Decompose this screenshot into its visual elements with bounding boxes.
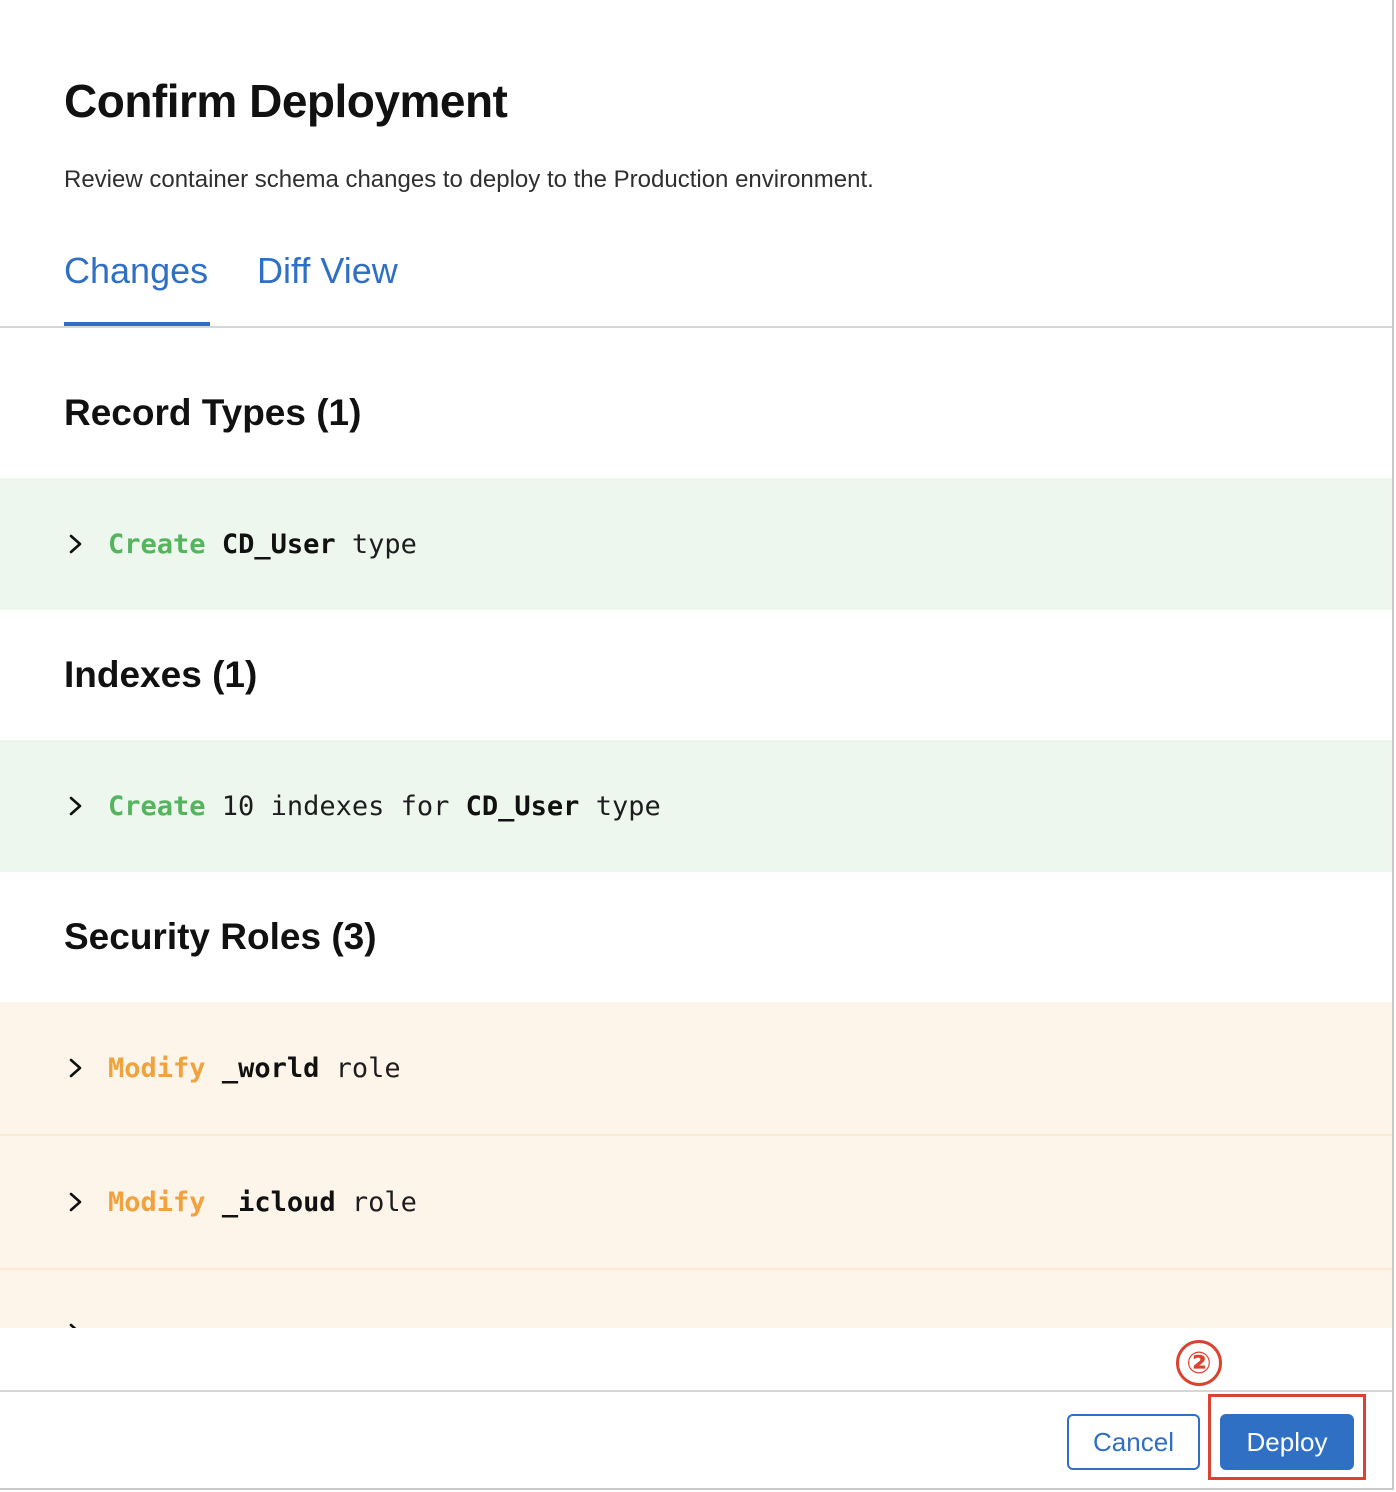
verb-modify: Modify [108, 1052, 206, 1084]
row-suffix: role [335, 1186, 417, 1218]
section-heading-record-types: Record Types (1) [64, 392, 362, 433]
row-suffix: type [579, 790, 661, 822]
tab-bar: Changes Diff View [0, 236, 1392, 328]
record-type-name: CD_User [221, 528, 336, 560]
row-suffix: role [319, 1052, 401, 1084]
section-heading-security-roles: Security Roles (3) [64, 916, 377, 957]
change-row-text: Create 10 indexes for CD_User type [108, 791, 661, 822]
verb-modify: Modify [108, 1186, 206, 1218]
chevron-right-icon [69, 1058, 82, 1078]
dialog-title: Confirm Deployment [64, 75, 508, 127]
deploy-button[interactable]: Deploy [1220, 1414, 1354, 1470]
row-middle: 10 indexes for [205, 790, 466, 822]
chevron-right-icon [69, 1192, 82, 1212]
chevron-right-icon [69, 796, 82, 816]
record-type-name: CD_User [465, 790, 580, 822]
section-heading-indexes: Indexes (1) [64, 654, 258, 695]
change-row-modify-icloud-role[interactable]: Modify _icloud role [0, 1136, 1392, 1270]
change-row-text: Modify _icloud role [108, 1187, 417, 1218]
change-row-modify-world-role[interactable]: Modify _world role [0, 1002, 1392, 1136]
change-row-text: Modify _world role [108, 1053, 401, 1084]
change-row-create-indexes[interactable]: Create 10 indexes for CD_User type [0, 740, 1392, 872]
step-2-badge: ② [1176, 1340, 1222, 1386]
change-row-text: Create CD_User type [108, 529, 417, 560]
active-tab-indicator [64, 322, 210, 326]
tab-diff-view[interactable]: Diff View [257, 250, 398, 292]
dialog-subtitle: Review container schema changes to deplo… [64, 166, 874, 193]
verb-create: Create [108, 528, 206, 560]
tab-changes[interactable]: Changes [64, 250, 208, 292]
confirm-deployment-dialog: Confirm Deployment Review container sche… [0, 0, 1394, 1490]
change-row-create-cd-user-type[interactable]: Create CD_User type [0, 478, 1392, 610]
role-name: _world [221, 1052, 320, 1084]
verb-create: Create [108, 790, 206, 822]
cancel-button[interactable]: Cancel [1067, 1414, 1200, 1470]
row-suffix: type [335, 528, 417, 560]
chevron-right-icon [69, 534, 82, 554]
role-name: _icloud [221, 1186, 336, 1218]
dialog-footer: Cancel Deploy [0, 1390, 1392, 1488]
change-row-partially-visible[interactable] [0, 1270, 1392, 1328]
chevron-right-icon [69, 1323, 77, 1328]
changes-list[interactable]: Record Types (1) Create CD_User type Ind… [0, 328, 1392, 1328]
